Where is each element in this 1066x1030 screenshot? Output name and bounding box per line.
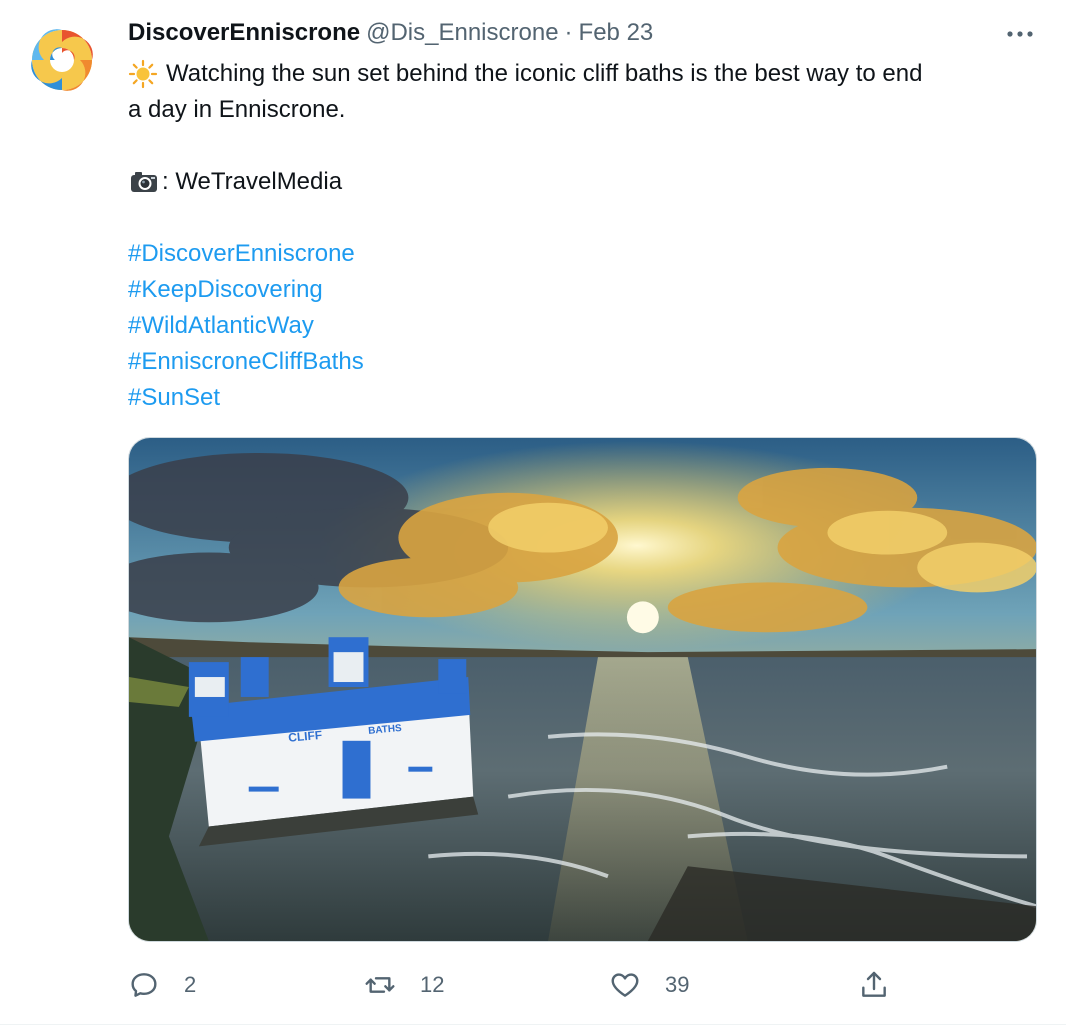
tweet-date[interactable]: Feb 23 xyxy=(579,19,654,47)
tweet-actions: 2 12 39 xyxy=(128,960,1037,1010)
retweet-button[interactable]: 12 xyxy=(364,960,444,1010)
tweet-header: DiscoverEnniscrone @Dis_Enniscrone · Feb… xyxy=(128,16,653,50)
hashtag-line: #EnniscroneCliffBaths xyxy=(128,344,1048,380)
like-button[interactable]: 39 xyxy=(609,960,689,1010)
share-icon xyxy=(862,971,886,997)
hashtag-line: #KeepDiscovering xyxy=(128,272,1048,308)
tweet-photo[interactable]: CLIFF BATHS xyxy=(128,437,1037,942)
tweet-text-line-1: Watching the sun set behind the iconic c… xyxy=(166,60,923,87)
like-count: 39 xyxy=(665,972,690,997)
avatar[interactable] xyxy=(24,22,100,98)
more-icon xyxy=(1007,31,1033,37)
author-handle[interactable]: @Dis_Enniscrone xyxy=(366,19,558,47)
header-separator: · xyxy=(564,19,573,46)
tweet-divider xyxy=(0,1024,1066,1025)
cliff-sign-left: CLIFF xyxy=(288,728,323,745)
sun-icon xyxy=(128,59,158,89)
hashtag-link[interactable]: #SunSet xyxy=(128,380,220,416)
hashtag-link[interactable]: #WildAtlanticWay xyxy=(128,308,314,344)
photo-credit: : WeTravelMedia xyxy=(162,168,343,195)
reply-icon xyxy=(131,973,157,997)
hashtag-link[interactable]: #KeepDiscovering xyxy=(128,272,323,308)
hashtag-line: #DiscoverEnniscrone xyxy=(128,236,1048,272)
hashtag-link[interactable]: #EnniscroneCliffBaths xyxy=(128,344,364,380)
tweet-text-line-2: a day in Enniscrone. xyxy=(128,96,346,123)
hashtag-link[interactable]: #DiscoverEnniscrone xyxy=(128,236,355,272)
tweet-credit-line: : WeTravelMedia xyxy=(128,164,1048,200)
camera-icon xyxy=(131,172,157,192)
tweet: DiscoverEnniscrone @Dis_Enniscrone · Feb… xyxy=(0,0,1066,1030)
author-display-name[interactable]: DiscoverEnniscrone xyxy=(128,19,360,47)
more-options-button[interactable] xyxy=(1000,20,1040,48)
heart-icon xyxy=(611,973,639,997)
tweet-text: Watching the sun set behind the iconic c… xyxy=(128,56,1048,416)
reply-button[interactable]: 2 xyxy=(128,960,196,1010)
retweet-count: 12 xyxy=(420,972,445,997)
retweet-icon xyxy=(365,977,395,993)
tweet-line-1: Watching the sun set behind the iconic c… xyxy=(128,56,1048,92)
reply-count: 2 xyxy=(184,972,197,997)
swirl-logo-icon xyxy=(31,29,93,91)
sunset-cliff-baths-photo: CLIFF BATHS xyxy=(129,438,1036,941)
share-button[interactable] xyxy=(858,960,890,1010)
hashtag-line: #WildAtlanticWay xyxy=(128,308,1048,344)
hashtag-line: #SunSet xyxy=(128,380,1048,416)
tweet-line-2: a day in Enniscrone. xyxy=(128,92,1048,128)
